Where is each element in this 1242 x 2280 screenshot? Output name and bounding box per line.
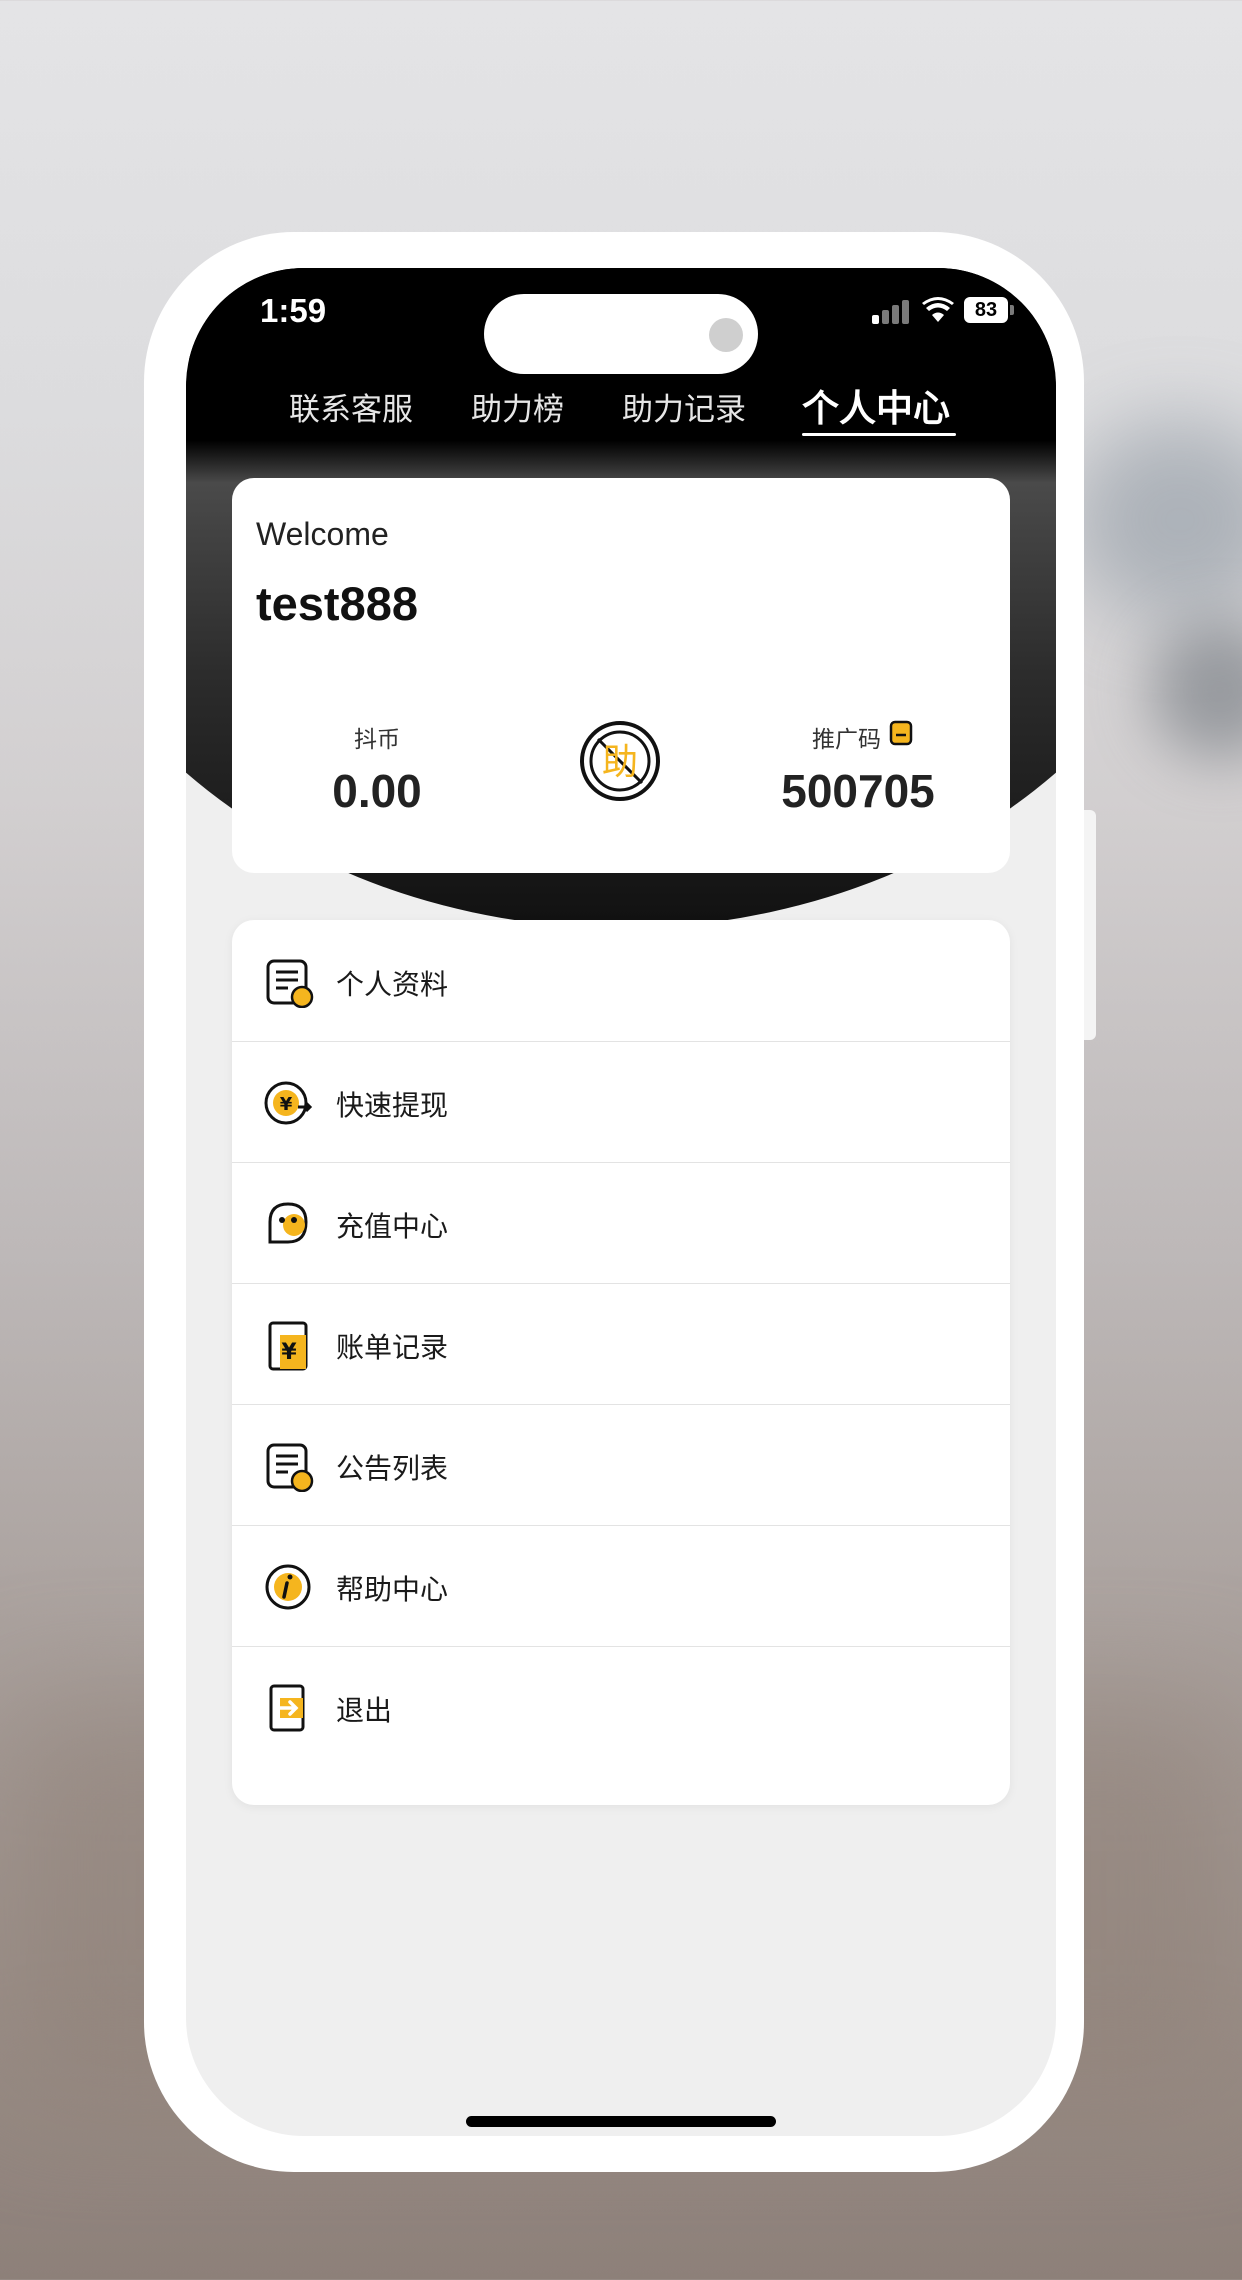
menu-item-label: 退出 — [336, 1694, 393, 1727]
menu-item-announcements[interactable]: 公告列表 — [232, 1404, 1010, 1526]
welcome-text: Welcome — [256, 516, 389, 552]
profile-card: Welcome test888 抖币 0.00 助 推广码 500705 — [232, 478, 1010, 873]
boost-badge-icon: 助 — [580, 721, 660, 801]
status-time: 1:59 — [260, 292, 327, 329]
menu-item-label: 账单记录 — [336, 1331, 449, 1364]
background-blur — [1150, 620, 1242, 760]
signal-icon — [872, 300, 916, 324]
menu-item-profile[interactable]: 个人资料 — [232, 920, 1010, 1042]
tab-boost-records[interactable]: 助力记录 — [622, 384, 746, 429]
tab-boost-ranking[interactable]: 助力榜 — [471, 384, 564, 429]
announcement-doc-icon — [266, 1443, 314, 1492]
status-bar: 1:59 83 — [186, 268, 1056, 374]
svg-text:¥: ¥ — [281, 1340, 297, 1365]
tab-customer-service[interactable]: 联系客服 — [289, 384, 413, 429]
username: test888 — [256, 577, 418, 630]
recharge-icon — [268, 1202, 308, 1244]
menu-item-withdraw[interactable]: ¥ 快速提现 — [232, 1041, 1010, 1163]
bill-yen-icon: ¥ — [268, 1321, 308, 1371]
phone-screen: 1:59 83 联系客服 助力榜 助力记录 个人中心 Welcome test8… — [186, 268, 1056, 2136]
coin-balance: 0.00 — [332, 765, 422, 817]
menu-item-label: 个人资料 — [336, 968, 449, 1001]
wifi-icon — [922, 297, 954, 322]
battery-tip — [1010, 305, 1014, 315]
menu-item-label: 公告列表 — [336, 1452, 449, 1485]
battery-icon: 83 — [964, 297, 1008, 323]
svg-text:¥: ¥ — [280, 1094, 293, 1115]
top-tabs: 联系客服 助力榜 助力记录 个人中心 — [186, 360, 1056, 450]
coin-label: 抖币 — [354, 727, 400, 753]
menu-item-help[interactable]: 帮助中心 — [232, 1525, 1010, 1647]
promo-code-value: 500705 — [781, 765, 935, 817]
menu-item-label: 快速提现 — [336, 1089, 449, 1122]
profile-doc-icon — [266, 959, 314, 1008]
menu-item-logout[interactable]: 退出 — [232, 1646, 1010, 1767]
withdraw-yen-icon: ¥ — [264, 1081, 313, 1125]
menu-item-recharge[interactable]: 充值中心 — [232, 1162, 1010, 1284]
menu-item-label: 充值中心 — [336, 1210, 449, 1243]
camera-dot — [709, 318, 743, 352]
menu-item-bills[interactable]: ¥ 账单记录 — [232, 1283, 1010, 1405]
active-tab-underline — [802, 433, 956, 436]
logout-icon — [269, 1684, 305, 1732]
boost-badge-char: 助 — [602, 742, 638, 783]
phone-side-button — [1084, 810, 1096, 1040]
menu-item-label: 帮助中心 — [336, 1573, 449, 1606]
menu-list: 个人资料 ¥ 快速提现 充值中心 ¥ 账单记录 公告列表 帮助中心 退出 — [232, 920, 1010, 1805]
tab-personal-center[interactable]: 个人中心 — [802, 378, 950, 432]
copy-icon[interactable] — [888, 719, 914, 747]
info-icon — [265, 1564, 311, 1610]
background-blur — [1070, 420, 1242, 620]
home-indicator[interactable] — [466, 2116, 776, 2127]
